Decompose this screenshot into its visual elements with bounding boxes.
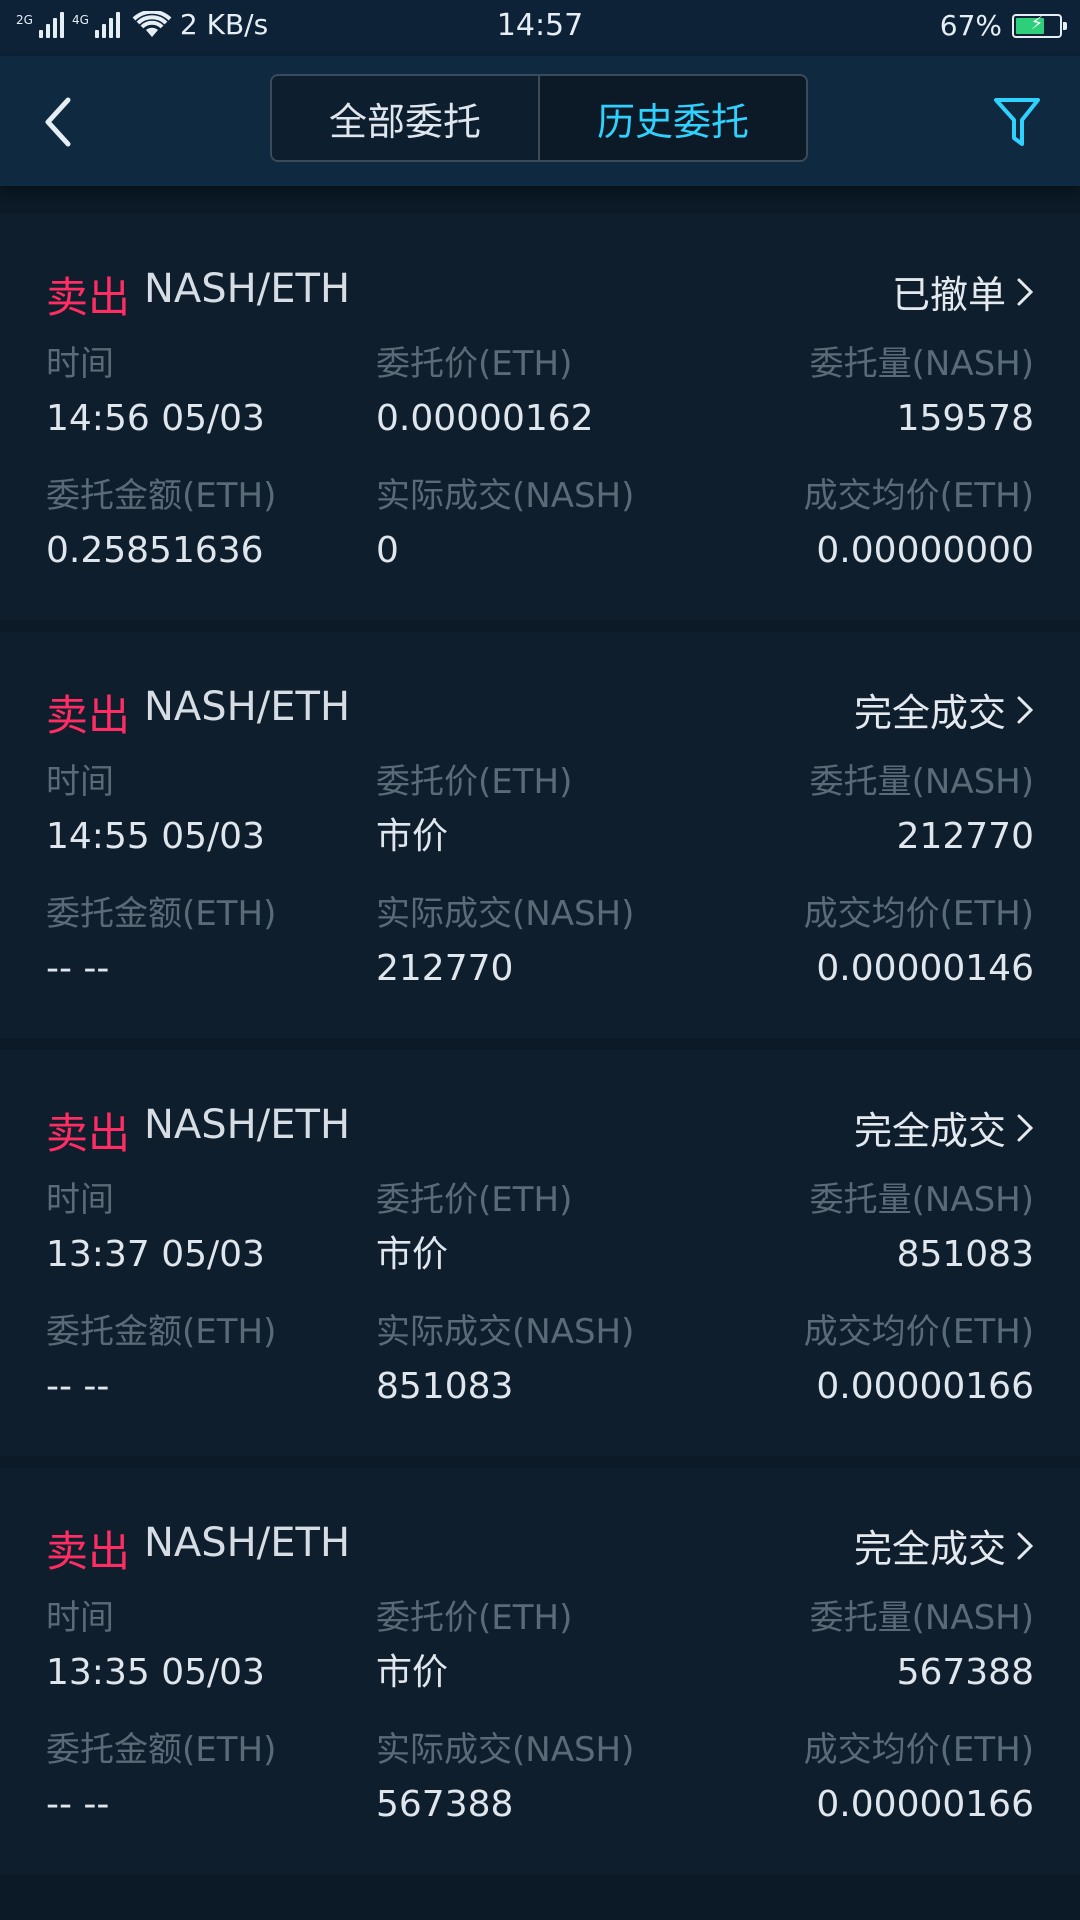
order-status-text: 完全成交 [853,1527,1006,1571]
order-time: 14:55 05/03 [46,816,265,857]
filled-label: 实际成交(NASH) [376,1312,635,1352]
order-card[interactable]: 卖出 NASH/ETH 完全成交 时间 13:35 05/03 委托价(ETH) 市… [0,1468,1080,1874]
order-avg-price: 0.00000166 [816,1784,1034,1825]
time-label: 时间 [46,344,114,384]
battery-icon: ⚡ [1012,12,1067,38]
order-avg-price: 0.00000146 [816,948,1034,989]
amount-label: 委托量(NASH) [809,1598,1034,1638]
order-total: -- -- [46,1366,110,1407]
total-label: 委托金额(ETH) [46,476,277,516]
chevron-right-icon [1017,278,1034,305]
trading-pair: NASH/ETH [144,684,351,730]
status-bar: 2G 4G 2 KB/s 14:57 67% ⚡ [0,0,1080,56]
filter-button[interactable] [992,94,1042,150]
order-filled: 851083 [376,1366,514,1407]
order-amount: 159578 [896,398,1034,439]
order-list: 卖出 NASH/ETH 已撤单 时间 14:56 05/03 委托价(ETH) 0.… [0,214,1080,1874]
charging-bolt-icon: ⚡ [1030,12,1044,34]
time-label: 时间 [46,1598,114,1638]
order-card[interactable]: 卖出 NASH/ETH 完全成交 时间 13:37 05/03 委托价(ETH) 市… [0,1050,1080,1456]
order-tabs: 全部委托 历史委托 [270,74,808,162]
order-status[interactable]: 完全成交 [854,1518,1034,1573]
status-right: 67% ⚡ [939,9,1067,42]
back-button[interactable] [38,94,82,150]
order-filled: 567388 [376,1784,514,1825]
filled-label: 实际成交(NASH) [376,476,635,516]
chevron-left-icon [45,97,71,147]
order-card[interactable]: 卖出 NASH/ETH 完全成交 时间 14:55 05/03 委托价(ETH) 市… [0,632,1080,1038]
price-label: 委托价(ETH) [376,1598,573,1638]
order-time: 13:37 05/03 [46,1234,265,1275]
time-label: 时间 [46,1180,114,1220]
filled-label: 实际成交(NASH) [376,894,635,934]
avg-price-label: 成交均价(ETH) [803,1312,1034,1352]
battery-percent: 67% [939,9,1002,42]
price-label: 委托价(ETH) [376,344,573,384]
order-side: 卖出 [46,273,131,322]
clock: 14:57 [496,8,584,43]
order-total: -- -- [46,948,110,989]
order-price: 市价 [376,1234,449,1275]
order-side: 卖出 [46,1527,131,1576]
order-amount: 851083 [896,1234,1034,1275]
tab-all-orders[interactable]: 全部委托 [272,76,538,160]
price-label: 委托价(ETH) [376,762,573,802]
order-time: 13:35 05/03 [46,1652,265,1693]
total-label: 委托金额(ETH) [46,1312,277,1352]
amount-label: 委托量(NASH) [809,762,1034,802]
order-status-text: 已撤单 [891,273,1006,317]
order-total: -- -- [46,1784,110,1825]
avg-price-label: 成交均价(ETH) [803,1730,1034,1770]
order-price: 0.00000162 [376,398,594,439]
trading-pair: NASH/ETH [144,266,351,312]
order-total: 0.25851636 [46,530,264,571]
time-label: 时间 [46,762,114,802]
trading-pair: NASH/ETH [144,1102,351,1148]
order-time: 14:56 05/03 [46,398,265,439]
price-label: 委托价(ETH) [376,1180,573,1220]
order-amount: 212770 [896,816,1034,857]
order-status[interactable]: 完全成交 [854,1100,1034,1155]
order-avg-price: 0.00000166 [816,1366,1034,1407]
order-price: 市价 [376,1652,449,1693]
tab-history-orders[interactable]: 历史委托 [538,76,806,160]
avg-price-label: 成交均价(ETH) [803,476,1034,516]
order-avg-price: 0.00000000 [816,530,1034,571]
order-status-text: 完全成交 [853,1109,1006,1153]
avg-price-label: 成交均价(ETH) [803,894,1034,934]
filter-icon [994,98,1040,146]
nav-header: 全部委托 历史委托 [0,56,1080,186]
order-side: 卖出 [46,691,131,740]
filled-label: 实际成交(NASH) [376,1730,635,1770]
chevron-right-icon [1017,696,1034,723]
order-filled: 212770 [376,948,514,989]
total-label: 委托金额(ETH) [46,894,277,934]
order-status-text: 完全成交 [853,691,1006,735]
order-amount: 567388 [896,1652,1034,1693]
order-status[interactable]: 完全成交 [854,682,1034,737]
amount-label: 委托量(NASH) [809,1180,1034,1220]
chevron-right-icon [1017,1532,1034,1559]
order-status[interactable]: 已撤单 [892,264,1034,319]
order-side: 卖出 [46,1109,131,1158]
chevron-right-icon [1017,1114,1034,1141]
order-card[interactable]: 卖出 NASH/ETH 已撤单 时间 14:56 05/03 委托价(ETH) 0.… [0,214,1080,620]
trading-pair: NASH/ETH [144,1520,351,1566]
total-label: 委托金额(ETH) [46,1730,277,1770]
order-price: 市价 [376,816,449,857]
amount-label: 委托量(NASH) [809,344,1034,384]
order-filled: 0 [376,530,399,571]
